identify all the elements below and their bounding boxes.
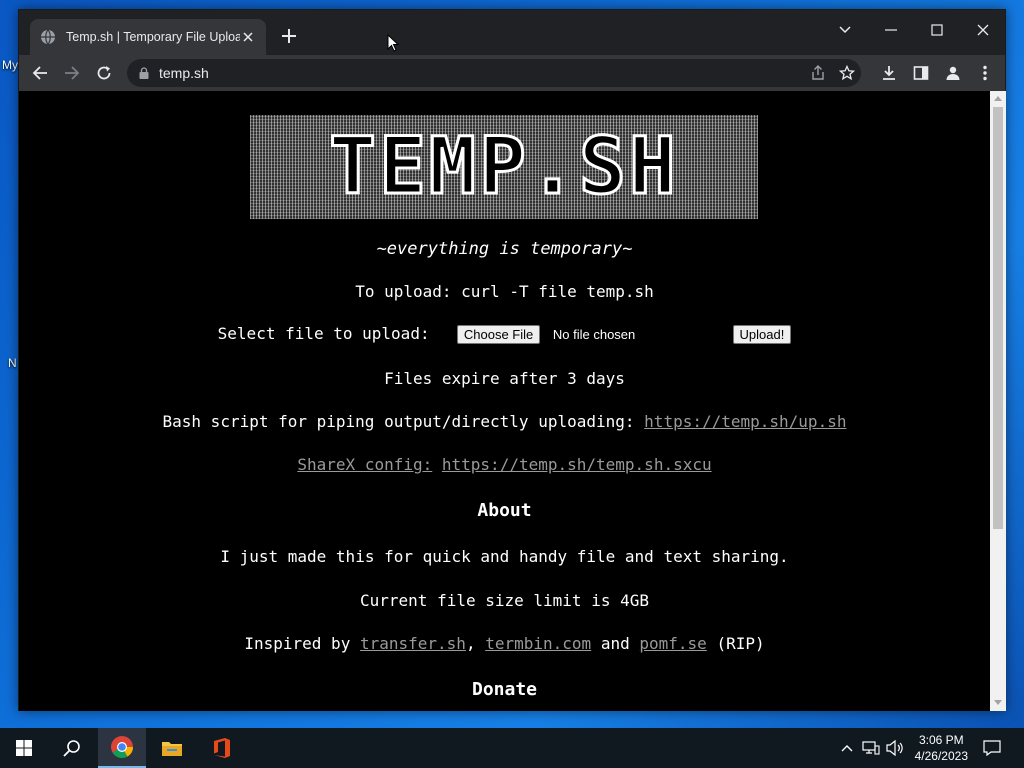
upload-instructions: To upload: curl -T file temp.sh	[355, 282, 654, 301]
new-tab-button[interactable]	[277, 24, 301, 48]
choose-file-button[interactable]: Choose File	[456, 325, 541, 344]
inspired-and: and	[600, 634, 630, 653]
tagline: ~everything is temporary~	[376, 239, 633, 259]
termbin-link[interactable]: termbin.com	[485, 634, 591, 653]
select-file-label: Select file to upload:	[217, 324, 430, 343]
search-icon	[63, 740, 80, 757]
clock-time: 3:06 PM	[918, 733, 964, 747]
back-button[interactable]	[26, 59, 54, 87]
donate-heading: Donate	[471, 679, 538, 700]
sharex-row: ShareX config: https://temp.sh/temp.sh.s…	[19, 455, 990, 474]
desktop-icon-label[interactable]: My	[2, 58, 18, 72]
network-status-button[interactable]	[860, 728, 882, 768]
sharex-config-link[interactable]: https://temp.sh/temp.sh.sxcu	[442, 455, 712, 474]
scroll-up-arrow-icon[interactable]	[994, 96, 1002, 101]
search-button[interactable]	[48, 728, 96, 768]
office-icon	[214, 738, 230, 758]
forward-button[interactable]	[58, 59, 86, 87]
scroll-down-arrow-icon[interactable]	[994, 700, 1002, 705]
bash-script-label: Bash script for piping output/directly u…	[162, 412, 635, 431]
upload-button[interactable]: Upload!	[732, 325, 792, 344]
profile-icon[interactable]	[943, 63, 963, 83]
bash-script-link[interactable]: https://temp.sh/up.sh	[644, 412, 846, 431]
about-heading: About	[477, 500, 532, 521]
share-icon[interactable]	[809, 65, 825, 81]
inspired-prefix: Inspired by	[244, 634, 351, 653]
transfer-sh-link[interactable]: transfer.sh	[360, 634, 466, 653]
logo-text: TEMP.SH	[328, 122, 679, 212]
start-button[interactable]	[0, 728, 48, 768]
notifications-button[interactable]	[978, 728, 1006, 768]
windows-logo-icon	[16, 740, 32, 756]
download-icon[interactable]	[879, 63, 899, 83]
sharex-label-link[interactable]: ShareX config:	[297, 455, 432, 474]
system-clock[interactable]: 3:06 PM 4/26/2023	[915, 732, 968, 764]
expire-notice: Files expire after 3 days	[384, 369, 625, 388]
inspired-separator: ,	[465, 634, 476, 653]
notification-icon	[983, 740, 1001, 756]
reload-button[interactable]	[90, 59, 118, 87]
close-tab-icon[interactable]	[240, 29, 256, 45]
speaker-icon	[886, 740, 903, 756]
browser-window: Temp.sh | Temporary File Upload temp.sh …	[18, 9, 1006, 711]
vertical-scrollbar[interactable]	[990, 91, 1006, 711]
network-icon	[862, 741, 880, 755]
url-text: temp.sh	[159, 65, 209, 81]
maximize-button[interactable]	[922, 15, 952, 45]
inspired-row: Inspired by transfer.sh, termbin.com and…	[19, 634, 990, 653]
mouse-cursor-icon	[387, 34, 399, 52]
scrollbar-thumb[interactable]	[993, 107, 1003, 529]
volume-button[interactable]	[884, 728, 906, 768]
upload-form: Select file to upload: Choose File No fi…	[19, 324, 990, 344]
side-panel-icon[interactable]	[911, 63, 931, 83]
taskbar-office-button[interactable]	[198, 728, 246, 768]
browser-tab[interactable]: Temp.sh | Temporary File Upload	[30, 19, 266, 55]
bash-script-row: Bash script for piping output/directly u…	[19, 412, 990, 431]
lock-icon[interactable]	[139, 67, 149, 79]
taskbar-file-explorer-button[interactable]	[148, 728, 196, 768]
address-bar[interactable]: temp.sh	[127, 59, 861, 87]
folder-icon	[162, 742, 182, 756]
tab-strip: Temp.sh | Temporary File Upload	[19, 10, 1005, 55]
page-content: TEMP.SH ~everything is temporary~ To upl…	[19, 91, 990, 711]
tab-title: Temp.sh | Temporary File Upload	[66, 30, 240, 44]
browser-toolbar: temp.sh	[19, 55, 1005, 91]
taskbar: 3:06 PM 4/26/2023	[0, 728, 1024, 768]
bookmark-star-icon[interactable]	[839, 65, 855, 81]
inspired-suffix: (RIP)	[716, 634, 765, 653]
pomf-link[interactable]: pomf.se	[639, 634, 706, 653]
site-logo: TEMP.SH	[250, 115, 758, 219]
size-limit-text: Current file size limit is 4GB	[360, 591, 649, 610]
close-window-button[interactable]	[968, 15, 998, 45]
clock-date: 4/26/2023	[914, 749, 968, 763]
no-file-chosen-text: No file chosen	[552, 327, 636, 342]
globe-icon	[41, 29, 55, 45]
taskbar-chrome-button[interactable]	[98, 728, 146, 768]
minimize-button[interactable]	[876, 15, 906, 45]
about-text: I just made this for quick and handy fil…	[220, 547, 789, 566]
menu-kebab-icon[interactable]	[975, 63, 995, 83]
tab-search-icon[interactable]	[830, 15, 860, 45]
chrome-icon	[111, 736, 133, 758]
show-hidden-icons-button[interactable]	[838, 728, 856, 768]
chevron-up-icon	[841, 745, 853, 752]
desktop-icon-label[interactable]: N	[8, 356, 17, 370]
